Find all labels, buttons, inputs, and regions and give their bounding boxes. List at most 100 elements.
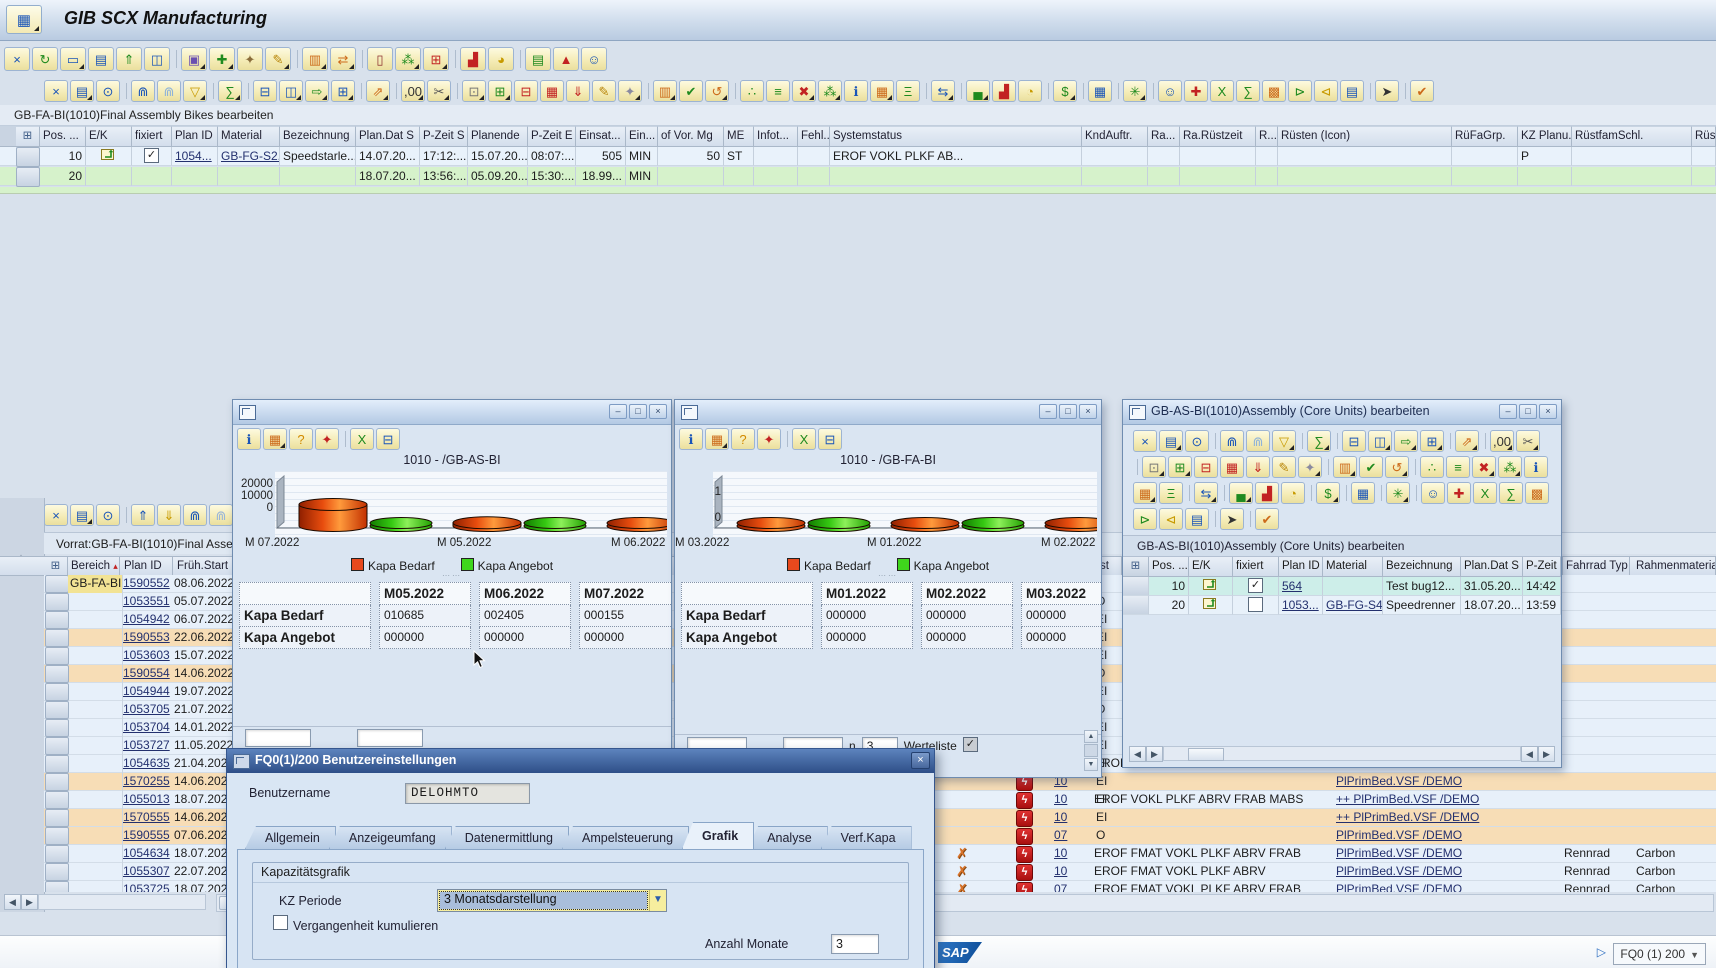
overview-button[interactable]: ◫ [144,47,170,71]
hbar-chart-button[interactable]: ▄ [1229,482,1253,504]
row-selector[interactable] [45,809,69,827]
currency-button[interactable]: $ [1316,482,1340,504]
report-button[interactable]: ▤ [1340,80,1364,102]
column-header[interactable]: of Vor. Mg [658,126,724,147]
zoom-button[interactable]: ⊙ [96,80,120,102]
drag-handle[interactable]: ⋯⋯ [233,573,671,580]
column-header[interactable]: R... [1256,126,1278,147]
help-button[interactable]: ? [731,428,755,450]
delete-button[interactable]: ✖ [1472,456,1496,478]
row-selector[interactable] [1123,596,1149,615]
refresh-pair-button[interactable]: ⇆ [931,80,955,102]
row-selector[interactable] [45,773,69,791]
sum-total-button[interactable]: ∑ [1236,80,1260,102]
window-title-bar[interactable]: –□× [233,400,671,425]
close-button[interactable]: × [1133,430,1157,452]
expand-button[interactable]: ⇗ [366,80,390,102]
column-header[interactable]: Rüsten (Icon) [1278,126,1452,147]
row-selector[interactable] [45,827,69,845]
report-button[interactable]: ▤ [1185,508,1209,530]
familie-input[interactable] [245,729,311,747]
close-button[interactable]: × [44,80,68,102]
calendar-button[interactable]: ▦ [1220,456,1244,478]
color-grid-button[interactable]: ▦ [1133,482,1157,504]
plan-id-link[interactable]: 1053727 [123,738,170,752]
move-down-button[interactable]: ⇓ [1246,456,1270,478]
plprimbed-link[interactable]: PlPrimBed.VSF /DEMO [1336,828,1462,842]
user-add-button[interactable]: ☺ [581,47,607,71]
settings-button[interactable]: ✦ [315,428,339,450]
close-button[interactable]: × [1539,404,1557,419]
delete-button[interactable]: ✖ [792,80,816,102]
column-header[interactable]: Fahrrad Typ [1562,557,1630,575]
distribute-button[interactable]: ✚ [1184,80,1208,102]
window-up-button[interactable]: ⇑ [116,47,142,71]
brackets-button[interactable]: Ξ [896,80,920,102]
column-header[interactable]: Plan ID [121,557,173,575]
plprimbed-link[interactable]: PlPrimBed.VSF /DEMO [1336,882,1462,892]
insert-row-button[interactable]: ⊞ [488,80,512,102]
pie-chart-button[interactable]: ◕ [488,47,514,71]
grid-export-button[interactable]: ⊞ [1420,430,1444,452]
assembly-hscrollbar[interactable]: ◀▶ ◀▶ [1129,746,1555,761]
info-button[interactable]: ℹ [1524,456,1548,478]
plan-id-link[interactable]: 1590554 [123,666,170,680]
werteliste-checkbox[interactable]: ✓ [963,737,978,752]
selector-header[interactable]: ⊞ [44,557,68,575]
tab[interactable]: Datenermittlung [445,826,569,849]
exit-button[interactable]: × [4,47,30,71]
save-button[interactable]: ▣ [181,47,207,71]
kz-periode-dropdown[interactable]: 3 Monatsdarstellung ▼ [437,889,667,912]
print-preview-button[interactable]: ◫ [1368,430,1392,452]
pie-chart-button[interactable]: ◔ [1018,80,1042,102]
print-button[interactable]: ⊟ [1342,430,1366,452]
tab[interactable]: Verf.Kapa [821,826,912,849]
fixiert-checkbox[interactable]: ✓ [1248,597,1263,612]
system-menu-button[interactable]: ▦ [6,5,42,34]
calendar-period-button[interactable]: ▦ [1351,482,1375,504]
row-selector[interactable] [45,719,69,737]
color-grid-button[interactable]: ▦ [870,80,894,102]
plan-id-link[interactable]: 1055307 [123,864,170,878]
row-selector[interactable] [45,611,69,629]
delete-row-button[interactable]: ⊟ [514,80,538,102]
row-selector[interactable] [1123,577,1149,596]
delete-row-button[interactable]: ⊟ [1194,456,1218,478]
settings-button[interactable]: ✦ [757,428,781,450]
export-button[interactable]: ⇨ [305,80,329,102]
bar-chart-button[interactable]: ▟ [460,47,486,71]
hbar-chart-button[interactable]: ▄ [966,80,990,102]
column-header[interactable]: Plan ID [1279,557,1323,577]
print-preview-button[interactable]: ◫ [279,80,303,102]
layout-button[interactable]: ▦ [705,428,729,450]
column-header[interactable]: Infot... [754,126,798,147]
vbar-chart-button[interactable]: ▟ [992,80,1016,102]
filter-button[interactable]: ▽ [183,80,207,102]
plprimbed-link[interactable]: PlPrimBed.VSF /DEMO [1336,774,1462,788]
zoom-button[interactable]: ⊙ [96,504,120,526]
column-header[interactable]: KZ Planu... [1518,126,1572,147]
plan-id-link[interactable]: 1053551 [123,594,170,608]
select-cursor-button[interactable]: ➤ [1220,508,1244,530]
column-header[interactable]: Plan.Dat S [356,126,420,147]
plprimbed-link[interactable]: PlPrimBed.VSF /DEMO [1336,846,1462,860]
plan-id-link[interactable]: 1053603 [123,648,170,662]
transport-button[interactable]: ✔ [1255,508,1279,530]
calendar-period-button[interactable]: ▦ [1088,80,1112,102]
sum-button[interactable]: ∑ [1307,430,1331,452]
plan-id-link[interactable]: 1054... [175,149,212,163]
column-header[interactable]: ME [724,126,754,147]
column-header[interactable]: Bezeichnung [1383,557,1461,577]
org-chart-button[interactable]: ∴ [740,80,764,102]
edit-multi-button[interactable]: ✎ [265,47,291,71]
clipboard-button[interactable]: ▥ [302,47,328,71]
vbar-chart-button[interactable]: ▟ [1255,482,1279,504]
lock-column-button[interactable]: ⊡ [462,80,486,102]
select-cursor-button[interactable]: ➤ [1375,80,1399,102]
vorrat-hscrollbar[interactable]: ◀▶ [4,894,212,910]
sum-total-button[interactable]: ∑ [1499,482,1523,504]
confirm-button[interactable]: ✔ [1359,456,1383,478]
currency-button[interactable]: $ [1053,80,1077,102]
exception-link[interactable]: 07 [1054,828,1067,842]
excel-button[interactable]: X [350,428,374,450]
